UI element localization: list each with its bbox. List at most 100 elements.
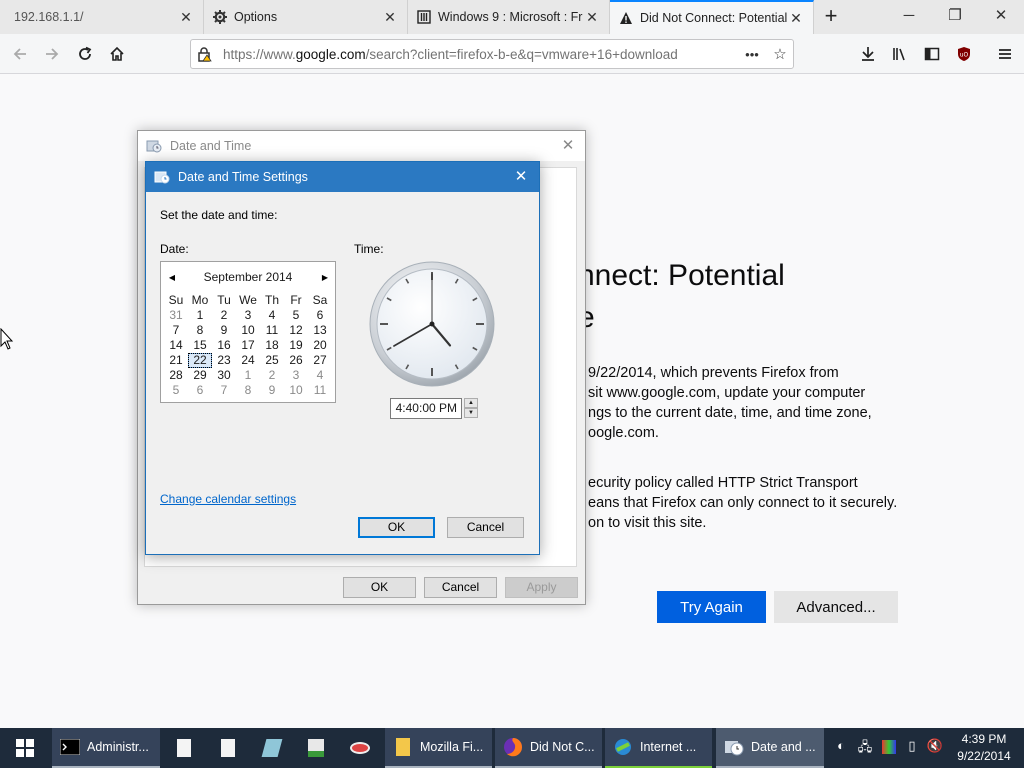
calendar-day[interactable]: 22 — [188, 353, 212, 368]
calendar-day[interactable]: 23 — [212, 353, 236, 368]
taskbar-pinned-tool[interactable] — [250, 728, 294, 768]
calendar-day[interactable]: 5 — [164, 383, 188, 398]
close-icon[interactable]: ✕ — [557, 136, 579, 156]
advanced-button[interactable]: Advanced... — [774, 591, 898, 623]
taskbar-app-firefox[interactable]: Did Not C... — [495, 728, 602, 768]
ublock-icon[interactable]: uO — [950, 40, 978, 68]
calendar-day[interactable]: 29 — [188, 368, 212, 383]
cancel-button[interactable]: Cancel — [424, 577, 497, 598]
tray-display-icon[interactable] — [880, 738, 898, 758]
calendar-day[interactable]: 27 — [308, 353, 332, 368]
calendar-day[interactable]: 8 — [188, 323, 212, 338]
close-tab-icon[interactable]: ✕ — [177, 9, 195, 26]
reload-button[interactable] — [71, 40, 99, 68]
dialog-titlebar[interactable]: Date and Time — [138, 131, 585, 161]
home-button[interactable] — [103, 40, 131, 68]
bookmark-star-icon[interactable]: ☆ — [767, 41, 793, 67]
calendar-day[interactable]: 13 — [308, 323, 332, 338]
taskbar-pinned-paint[interactable] — [338, 728, 382, 768]
url-text[interactable]: https://www.google.com/search?client=fir… — [217, 47, 737, 62]
tab-options[interactable]: Options ✕ — [204, 0, 408, 34]
try-again-button[interactable]: Try Again — [657, 591, 766, 623]
taskbar-pinned-document[interactable] — [206, 728, 250, 768]
calendar-day[interactable]: 10 — [236, 323, 260, 338]
calendar-day[interactable]: 8 — [236, 383, 260, 398]
restore-button[interactable]: ❐ — [932, 0, 978, 34]
taskbar-app-administrator[interactable]: Administr... — [52, 728, 160, 768]
calendar-day[interactable]: 11 — [308, 383, 332, 398]
previous-month-button[interactable]: ◀ — [164, 270, 180, 286]
calendar-day[interactable]: 17 — [236, 338, 260, 353]
cancel-button[interactable]: Cancel — [447, 517, 524, 538]
tab-windows9[interactable]: Windows 9 : Microsoft : Free ✕ — [408, 0, 610, 34]
start-button[interactable] — [2, 728, 48, 768]
forward-button[interactable] — [38, 40, 66, 68]
calendar-day[interactable]: 1 — [236, 368, 260, 383]
calendar-day[interactable]: 16 — [212, 338, 236, 353]
tray-network-globe-icon[interactable]: ◐ — [832, 738, 850, 758]
calendar-day[interactable]: 3 — [236, 308, 260, 323]
minimize-button[interactable]: ─ — [886, 0, 932, 34]
calendar-day[interactable]: 14 — [164, 338, 188, 353]
next-month-button[interactable]: ▶ — [317, 270, 333, 286]
back-button[interactable] — [6, 40, 34, 68]
time-up-button[interactable]: ▲ — [464, 398, 478, 408]
calendar-day[interactable]: 7 — [164, 323, 188, 338]
close-window-button[interactable]: ✕ — [978, 0, 1024, 34]
page-actions-icon[interactable]: ••• — [737, 41, 767, 67]
calendar-day[interactable]: 18 — [260, 338, 284, 353]
calendar-day[interactable]: 1 — [188, 308, 212, 323]
change-calendar-settings-link[interactable]: Change calendar settings — [160, 492, 296, 506]
calendar-day[interactable]: 9 — [212, 323, 236, 338]
calendar-day[interactable]: 3 — [284, 368, 308, 383]
url-bar[interactable]: https://www.google.com/search?client=fir… — [190, 39, 794, 69]
tray-clock[interactable]: 4:39 PM 9/22/2014 — [952, 731, 1016, 765]
new-tab-button[interactable]: + — [818, 4, 844, 30]
calendar-day[interactable]: 6 — [188, 383, 212, 398]
calendar-day[interactable]: 31 — [164, 308, 188, 323]
calendar-day[interactable]: 2 — [260, 368, 284, 383]
menu-icon[interactable] — [991, 40, 1019, 68]
volume-muted-icon[interactable]: 🔇 — [926, 738, 944, 758]
tab-did-not-connect[interactable]: Did Not Connect: Potential ✕ — [610, 0, 814, 34]
calendar-day[interactable]: 7 — [212, 383, 236, 398]
calendar-day[interactable]: 6 — [308, 308, 332, 323]
apply-button[interactable]: Apply — [505, 577, 578, 598]
calendar-day[interactable]: 26 — [284, 353, 308, 368]
library-icon[interactable] — [886, 40, 914, 68]
taskbar-pinned-document[interactable] — [162, 728, 206, 768]
close-icon[interactable]: ✕ — [511, 167, 531, 187]
calendar-month[interactable]: September 2014 — [185, 270, 311, 284]
calendar-day[interactable]: 2 — [212, 308, 236, 323]
calendar-day[interactable]: 4 — [260, 308, 284, 323]
tab-router[interactable]: 192.168.1.1/ ✕ — [0, 0, 204, 34]
time-down-button[interactable]: ▼ — [464, 408, 478, 418]
close-tab-icon[interactable]: ✕ — [787, 10, 805, 27]
downloads-icon[interactable] — [854, 40, 882, 68]
calendar-day[interactable]: 21 — [164, 353, 188, 368]
close-tab-icon[interactable]: ✕ — [583, 9, 601, 26]
tray-network-icon[interactable]: 🖧 — [856, 738, 874, 758]
calendar-day[interactable]: 12 — [284, 323, 308, 338]
taskbar-app-mozilla-folder[interactable]: Mozilla Fi... — [385, 728, 492, 768]
close-tab-icon[interactable]: ✕ — [381, 9, 399, 26]
taskbar-app-date-and-time[interactable]: Date and ... — [716, 728, 824, 768]
calendar-day[interactable]: 28 — [164, 368, 188, 383]
calendar-day[interactable]: 20 — [308, 338, 332, 353]
calendar-day[interactable]: 15 — [188, 338, 212, 353]
warning-lock-icon[interactable] — [191, 41, 217, 67]
sidebar-icon[interactable] — [918, 40, 946, 68]
calendar-day[interactable]: 10 — [284, 383, 308, 398]
tray-usb-icon[interactable]: ▯ — [903, 738, 921, 758]
calendar-day[interactable]: 9 — [260, 383, 284, 398]
calendar-day[interactable]: 4 — [308, 368, 332, 383]
taskbar-app-internet-download[interactable]: Internet ... — [605, 728, 712, 768]
calendar-day[interactable]: 11 — [260, 323, 284, 338]
time-input[interactable]: 4:40:00 PM — [390, 398, 462, 419]
calendar-day[interactable]: 24 — [236, 353, 260, 368]
calendar-day[interactable]: 30 — [212, 368, 236, 383]
ok-button[interactable]: OK — [358, 517, 435, 538]
calendar-day[interactable]: 5 — [284, 308, 308, 323]
ok-button[interactable]: OK — [343, 577, 416, 598]
taskbar-pinned-task-manager[interactable] — [294, 728, 338, 768]
